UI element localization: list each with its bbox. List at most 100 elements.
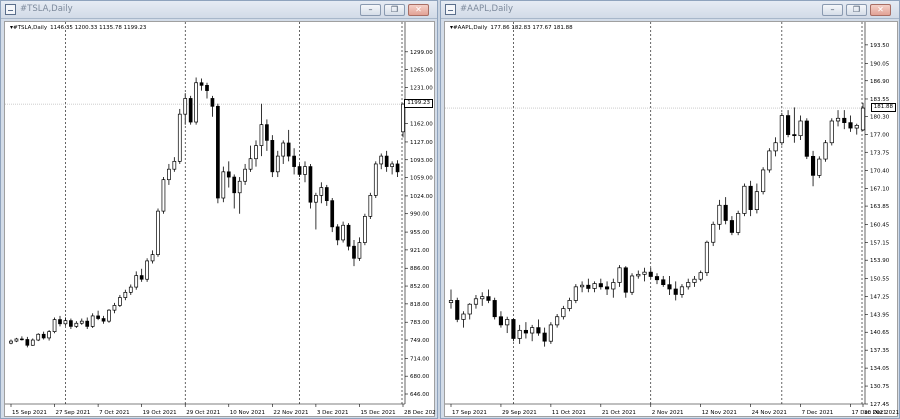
x-tick-label: 24 Nov 2021 (752, 410, 787, 416)
x-tick-label: 7 Oct 2021 (99, 410, 130, 416)
candle-bear (210, 98, 215, 107)
candle-bull (373, 163, 378, 196)
candle-bear (486, 296, 491, 301)
candle-bull (686, 282, 691, 288)
candle-bull (742, 185, 747, 214)
close-button[interactable]: ✕ (870, 4, 891, 16)
candle-bear (810, 155, 816, 176)
candle-bear (455, 300, 460, 320)
candle-bull (835, 117, 841, 122)
candle-bull (167, 168, 171, 181)
candle-bull (823, 142, 828, 160)
candle-bull (47, 331, 51, 339)
restore-button[interactable]: ❐ (846, 4, 867, 16)
candle-bear (673, 288, 678, 295)
x-tick-label: 15 Dec 2021 (360, 410, 395, 416)
candle-bear (226, 171, 231, 178)
candle-bull (177, 113, 182, 162)
aapl-current-price-label: 181.88 (870, 103, 896, 113)
candle-bull (829, 120, 834, 144)
candle-bull (817, 158, 822, 176)
y-tick-label: 147.25 (870, 294, 890, 300)
candle-bear (586, 284, 591, 289)
candle-bear (101, 318, 106, 322)
candle-bull (118, 297, 122, 306)
candle-bull (717, 204, 722, 225)
candle-bull (237, 180, 242, 194)
tsla-candlestick-chart[interactable]: 1299.001265.001231.001196.001162.001127.… (5, 22, 436, 418)
y-tick-label: 852.00 (410, 284, 430, 290)
candle-bear (330, 200, 335, 228)
aapl-chart-header: #AAPL,Daily177.86 182.83 177.67 181.88 (450, 24, 573, 31)
minimize-button[interactable]: – (822, 4, 843, 16)
y-tick-label: 190.05 (870, 62, 890, 68)
close-button[interactable]: ✕ (408, 4, 429, 16)
y-tick-label: 1127.00 (410, 140, 433, 146)
candle-bear (498, 316, 504, 326)
candle-bear (723, 204, 728, 221)
candle-bull (736, 213, 741, 233)
y-tick-label: 1231.00 (410, 85, 433, 91)
candle-bear (69, 320, 73, 327)
candle-bear (96, 315, 100, 319)
x-tick-label: 15 Sep 2021 (12, 410, 47, 416)
y-tick-label: 886.00 (410, 266, 430, 272)
candle-bull (773, 142, 778, 152)
y-tick-label: 173.75 (870, 150, 890, 156)
candle-bull (711, 223, 716, 243)
aapl-candlestick-chart[interactable]: 193.50190.05186.90183.55180.30177.00173.… (445, 22, 899, 418)
y-tick-label: 153.90 (870, 258, 890, 264)
candle-bull (860, 107, 866, 131)
candle-bull (636, 273, 641, 277)
aapl-ohlc-values: 177.86 182.83 177.67 181.88 (490, 25, 573, 31)
candle-bear (667, 284, 672, 290)
aapl-chart-window[interactable]: #AAPL,Daily – ❐ ✕ 193.50 190.05 186.90 183.… (440, 0, 900, 419)
candle-bull (52, 319, 57, 332)
candle-bear (139, 275, 144, 280)
candle-bull (14, 338, 19, 342)
candle-bull (281, 142, 286, 157)
y-tick-label: 1299.00 (410, 50, 433, 56)
x-tick-label: 28 Dec 2021 (404, 410, 436, 416)
y-tick-label: 714.00 (410, 356, 430, 362)
y-tick-label: 157.15 (870, 241, 890, 247)
candle-bear (492, 300, 497, 318)
candle-bear (205, 85, 209, 91)
y-tick-label: 130.75 (870, 384, 890, 390)
candle-bull (448, 300, 454, 303)
candle-bull (156, 210, 160, 255)
candle-bear (748, 185, 753, 210)
candle-bull (357, 242, 362, 259)
candle-bear (199, 82, 204, 86)
restore-button[interactable]: ❐ (384, 4, 405, 16)
aapl-title-bar[interactable]: #AAPL,Daily – ❐ ✕ (441, 1, 899, 19)
candle-bear (20, 338, 24, 341)
candle-bull (243, 168, 247, 182)
tsla-chart-window[interactable]: #TSLA,Daily – ❐ ✕ 1299.00 1265.00 1231.00 1… (0, 0, 438, 419)
candle-bull (123, 291, 128, 298)
tsla-title-bar[interactable]: #TSLA,Daily – ❐ ✕ (1, 1, 437, 19)
candle-bull (629, 275, 635, 293)
candle-bull (221, 171, 226, 199)
candle-bull (798, 120, 803, 137)
y-tick-label: 160.45 (870, 223, 890, 229)
candle-bull (150, 254, 155, 262)
candle-bear (297, 166, 302, 175)
candle-bull (754, 191, 759, 210)
aapl-chart-area[interactable]: 193.50 190.05 186.90 183.55 180.30 177.00 173.… (444, 21, 899, 418)
candle-bull (642, 271, 647, 275)
tsla-chart-area[interactable]: 1299.001265.001231.001196.001162.001127.… (4, 21, 436, 418)
candle-bear (265, 124, 269, 141)
candle-bull (401, 103, 405, 133)
aapl-window-title: #AAPL,Daily (460, 4, 514, 14)
tsla-current-price-label: 1199.23 (404, 99, 433, 109)
minimize-button[interactable]: – (360, 4, 381, 16)
candle-bull (368, 195, 373, 217)
candle-bull (573, 286, 578, 301)
candle-bull (248, 158, 253, 170)
y-tick-label: 177.00 (870, 133, 890, 139)
candle-bear (308, 166, 313, 203)
candle-bull (467, 303, 472, 315)
candle-bull (107, 309, 111, 322)
y-tick-label: 680.00 (410, 374, 430, 380)
